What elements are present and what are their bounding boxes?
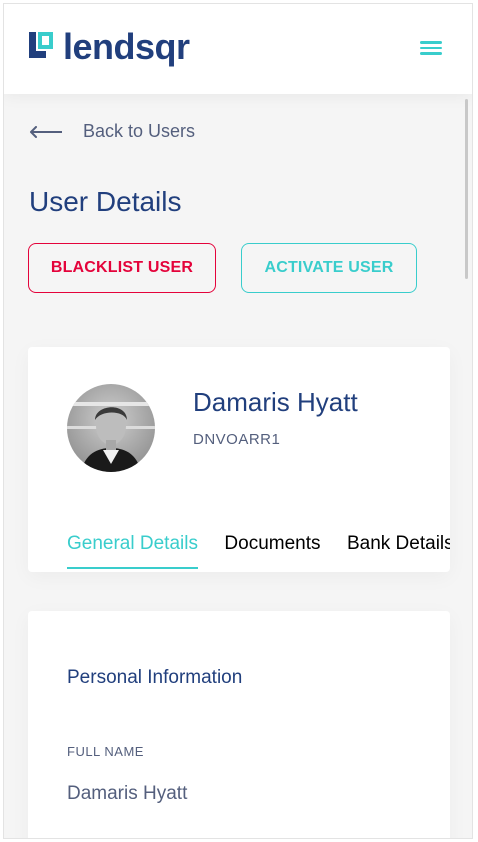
page-title: User Details (29, 186, 182, 217)
back-to-users-link[interactable]: Back to Users (29, 121, 195, 142)
tab-general-details[interactable]: General Details (67, 533, 198, 569)
top-navbar: lendsqr (4, 4, 472, 94)
tab-documents[interactable]: Documents (224, 533, 320, 569)
activate-user-button[interactable]: ACTIVATE USER (241, 243, 417, 293)
user-full-name: Damaris Hyatt (193, 387, 358, 417)
back-link-label: Back to Users (83, 121, 196, 141)
personal-information-card: Personal Information FULL NAME Damaris H… (28, 611, 450, 838)
arrow-left-icon (30, 125, 62, 138)
field-label-full-name: FULL NAME (67, 744, 144, 759)
section-title: Personal Information (67, 667, 243, 688)
user-details-tabs: General Details Documents Bank Details (67, 533, 450, 572)
user-avatar-photo (67, 384, 155, 472)
user-code: DNVOARR1 (193, 431, 281, 448)
field-value-full-name: Damaris Hyatt (67, 783, 188, 804)
lendsqr-logo-icon (29, 32, 53, 58)
app-frame: lendsqr Back to Users User Details BLACK… (3, 3, 473, 839)
menu-bar (420, 46, 442, 49)
menu-bar (420, 52, 442, 55)
hamburger-menu-button[interactable] (420, 38, 446, 58)
scrollbar-thumb[interactable] (465, 99, 468, 279)
tab-bank-details[interactable]: Bank Details (347, 533, 450, 569)
blacklist-user-button[interactable]: BLACKLIST USER (28, 243, 216, 293)
user-profile-card: Damaris Hyatt DNVOARR1 General Details D… (28, 347, 450, 572)
brand-name: lendsqr (63, 26, 190, 67)
avatar (67, 384, 155, 472)
menu-bar (420, 41, 442, 44)
